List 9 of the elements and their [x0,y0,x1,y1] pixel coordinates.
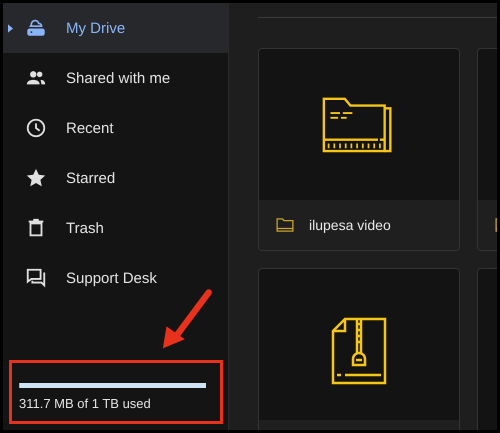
sidebar-item[interactable]: Shared with me [3,53,228,103]
file-card[interactable]: ilupesa video [258,48,460,251]
storage-text: 311.7 MB of 1 TB used [19,396,152,411]
sidebar-item[interactable]: My Drive [3,3,228,53]
sidebar-item[interactable]: Recent [3,103,228,153]
sidebar-item[interactable]: Trash [3,203,228,253]
sidebar-item[interactable]: Starred [3,153,228,203]
file-name: ilupesa video [309,217,391,233]
sidebar-item[interactable]: Support Desk [3,253,228,303]
